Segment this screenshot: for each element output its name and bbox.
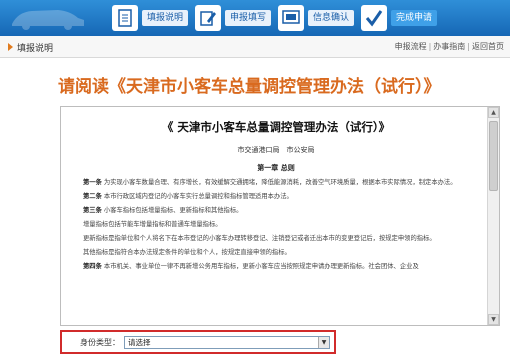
document-frame[interactable]: 《 天津市小客车总量调控管理办法（试行）》 市交通港口局 市公安局 第一章 总则…: [60, 106, 500, 326]
scroll-down-icon[interactable]: ▼: [488, 314, 499, 325]
step-header: 填报说明 › 申报填写 › 信息确认 › 完成申请: [0, 0, 510, 36]
bullet-icon: [8, 43, 13, 51]
document-icon: [112, 5, 138, 31]
step-label: 填报说明: [142, 10, 189, 26]
article-number: 第二条: [83, 192, 102, 200]
link-home[interactable]: 返回首页: [472, 42, 504, 51]
article-number: 第四条: [83, 262, 102, 270]
document-issuer: 市交通港口局 市公安局: [237, 146, 315, 154]
car-decoration-icon: [12, 10, 84, 30]
scroll-thumb[interactable]: [489, 121, 498, 191]
scrollbar[interactable]: ▲ ▼: [487, 107, 499, 325]
chevron-down-icon[interactable]: ▼: [318, 337, 329, 348]
link-process[interactable]: 申报流程: [395, 42, 427, 51]
scroll-up-icon[interactable]: ▲: [488, 107, 499, 118]
id-type-value: 请选择: [128, 338, 151, 347]
paragraph-text: 本市机关、事业单位一律不再新增公务用车指标，更新小客车应当按照规定申请办理更新指…: [101, 262, 419, 270]
paragraph-text: 为实现小客车数量合理、有序增长，有效缓解交通拥堵，降低能源消耗，改善空气环境质量…: [101, 178, 457, 186]
paragraph-text: 更新指标是指单位和个人将名下在本市登记的小客车办理转移登记、注销登记或者迁出本市…: [83, 234, 436, 242]
confirm-icon: [278, 5, 304, 31]
step-3: 信息确认 ›: [278, 5, 365, 31]
step-label: 信息确认: [308, 10, 355, 26]
paragraph-text: 其他指标是指符合本办法规定条件的单位和个人，按规定直接申领的指标。: [83, 248, 291, 256]
checkmark-icon: [361, 5, 387, 31]
section-title: 填报说明: [17, 44, 54, 54]
paragraph-text: 本市行政区域内登记的小客车实行总量调控和指标管理适用本办法。: [101, 192, 293, 200]
step-4: 完成申请: [361, 5, 438, 31]
header-links: 申报流程 | 办事指南 | 返回首页: [394, 42, 504, 51]
article-number: 第一条: [83, 178, 102, 186]
page-title: 请阅读《天津市小客车总量调控管理办法（试行）》: [58, 77, 441, 97]
step-1: 填报说明 ›: [112, 5, 199, 31]
document-title: 《 天津市小客车总量调控管理办法（试行）》: [161, 120, 391, 134]
article-number: 第三条: [83, 206, 102, 214]
document-paragraph: 增量指标包括节能车增量指标和普通车增量指标。: [71, 220, 481, 230]
edit-icon: [195, 5, 221, 31]
id-type-select[interactable]: 请选择 ▼: [124, 336, 330, 349]
document-paragraph: 更新指标是指单位和个人将名下在本市登记的小客车办理转移登记、注销登记或者迁出本市…: [71, 234, 481, 244]
step-label: 完成申请: [391, 10, 438, 26]
document-paragraph: 第二条 本市行政区域内登记的小客车实行总量调控和指标管理适用本办法。: [71, 192, 481, 202]
document-paragraph: 第四条 本市机关、事业单位一律不再新增公务用车指标，更新小客车应当按照规定申请办…: [71, 262, 481, 272]
document-paragraph: 其他指标是指符合本办法规定条件的单位和个人，按规定直接申领的指标。: [71, 248, 481, 258]
step-label: 申报填写: [225, 10, 272, 26]
paragraph-text: 增量指标包括节能车增量指标和普通车增量指标。: [83, 220, 222, 228]
link-guide[interactable]: 办事指南: [433, 42, 465, 51]
paragraph-text: 小客车指标包括增量指标、更新指标和其他指标。: [101, 206, 243, 214]
sub-header: 填报说明 申报流程 | 办事指南 | 返回首页: [0, 36, 510, 58]
chapter-heading: 第一章 总则: [257, 164, 295, 172]
id-type-label: 身份类型：: [80, 338, 120, 347]
step-2: 申报填写 ›: [195, 5, 282, 31]
document-paragraph: 第三条 小客车指标包括增量指标、更新指标和其他指标。: [71, 206, 481, 216]
id-type-row: 身份类型： 请选择 ▼: [60, 330, 336, 354]
document-paragraph: 第一条 为实现小客车数量合理、有序增长，有效缓解交通拥堵，降低能源消耗，改善空气…: [71, 178, 481, 188]
document-content: 《 天津市小客车总量调控管理办法（试行）》 市交通港口局 市公安局 第一章 总则…: [71, 115, 481, 271]
